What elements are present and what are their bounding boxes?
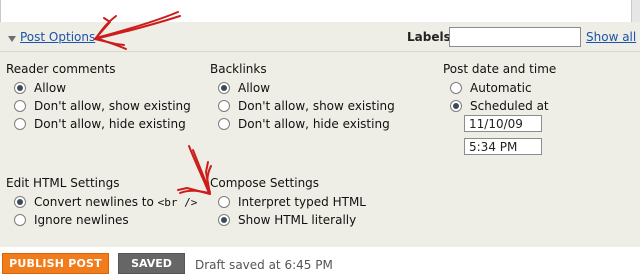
option-label: Scheduled at [470,99,549,113]
radio-icon[interactable] [14,196,26,208]
radio-icon[interactable] [218,82,230,94]
radio-icon[interactable] [14,82,26,94]
editor-scrollbar[interactable] [631,0,640,22]
interpret-html-option[interactable]: Interpret typed HTML [218,194,366,210]
radio-icon[interactable] [218,118,230,130]
backlinks-hide-existing[interactable]: Don't allow, hide existing [218,116,390,132]
schedule-time-input[interactable]: 5:34 PM [464,138,542,155]
radio-icon[interactable] [14,214,26,226]
backlinks-show-existing[interactable]: Don't allow, show existing [218,98,395,114]
radio-icon[interactable] [218,100,230,112]
reader-comments-show-existing[interactable]: Don't allow, show existing [14,98,191,114]
post-options-bar: Post Options Labels: Show all [0,22,640,52]
post-options-link[interactable]: Post Options [20,30,95,44]
radio-icon[interactable] [14,118,26,130]
show-all-labels-link[interactable]: Show all [586,30,636,44]
radio-icon[interactable] [218,214,230,226]
option-label: Show HTML literally [238,213,357,227]
backlinks-title: Backlinks [210,62,267,76]
radio-icon[interactable] [450,100,462,112]
compose-settings-title: Compose Settings [210,176,320,190]
publish-post-button[interactable]: PUBLISH POST [2,253,109,274]
radio-icon[interactable] [14,100,26,112]
option-label: Don't allow, show existing [238,99,395,113]
ignore-newlines-option[interactable]: Ignore newlines [14,212,129,228]
option-label: Don't allow, hide existing [238,117,390,131]
br-code-label: <br /> [157,195,198,209]
option-label: Ignore newlines [34,213,129,227]
option-label: Don't allow, show existing [34,99,191,113]
reader-comments-allow[interactable]: Allow [14,80,66,96]
post-editor-textarea[interactable] [0,0,632,23]
backlinks-allow[interactable]: Allow [218,80,270,96]
schedule-date-input[interactable]: 11/10/09 [464,115,542,132]
saved-button[interactable]: SAVED [118,253,185,274]
triangle-down-icon[interactable] [8,36,16,42]
option-label: Automatic [470,81,532,95]
post-date-scheduled[interactable]: Scheduled at [450,98,549,114]
option-label: Convert newlines to [34,195,158,209]
option-label: Interpret typed HTML [238,195,366,209]
draft-status-text: Draft saved at 6:45 PM [195,258,333,272]
edit-html-title: Edit HTML Settings [6,176,120,190]
labels-input[interactable] [449,27,581,47]
post-options-panel: Reader comments Allow Don't allow, show … [0,52,640,247]
option-label: Allow [34,81,67,95]
show-html-literally-option[interactable]: Show HTML literally [218,212,356,228]
convert-newlines-option[interactable]: Convert newlines to <br /> [14,194,197,210]
option-label: Allow [238,81,271,95]
post-date-title: Post date and time [443,62,557,76]
option-label: Don't allow, hide existing [34,117,186,131]
radio-icon[interactable] [218,196,230,208]
reader-comments-title: Reader comments [6,62,116,76]
radio-icon[interactable] [450,82,462,94]
reader-comments-hide-existing[interactable]: Don't allow, hide existing [14,116,186,132]
post-date-automatic[interactable]: Automatic [450,80,532,96]
